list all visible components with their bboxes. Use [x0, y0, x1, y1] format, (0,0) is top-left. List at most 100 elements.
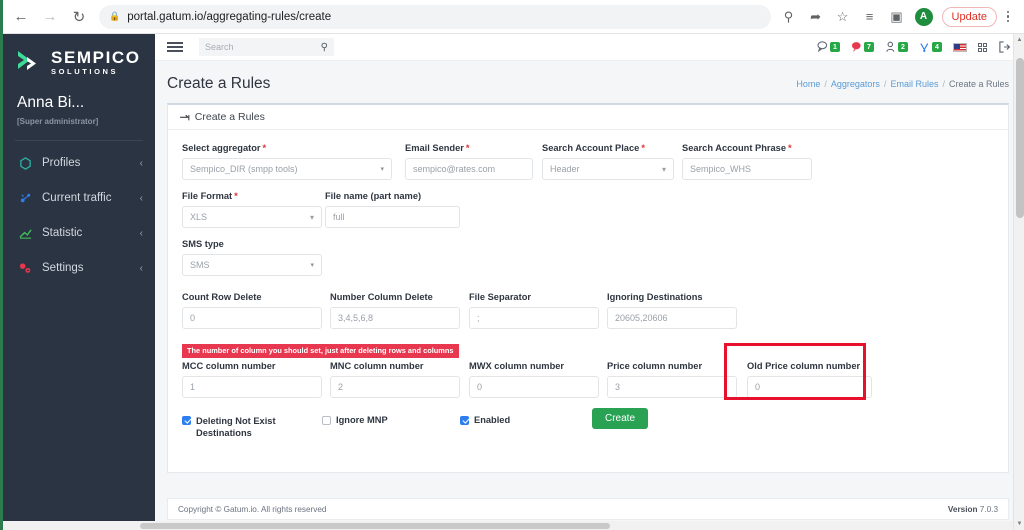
label-count-row-delete: Count Row Delete: [182, 292, 262, 302]
split-view-icon[interactable]: ▣: [885, 5, 909, 29]
old-price-column-number-value: 0: [755, 381, 761, 392]
label-file-separator: File Separator: [469, 292, 532, 302]
field-mwx-column-number: MWX column number 0: [469, 361, 599, 398]
form-row-4: Count Row Delete 0 Number Column Delete …: [182, 292, 994, 340]
create-button[interactable]: Create: [592, 407, 649, 429]
checkbox-box-icon: [322, 415, 331, 425]
price-column-number-input[interactable]: 3: [607, 375, 737, 398]
vertical-scrollbar-thumb[interactable]: [1015, 58, 1024, 218]
horizontal-scrollbar[interactable]: [0, 521, 1013, 530]
search-icon[interactable]: ⚲: [777, 5, 801, 29]
tickets-indicator[interactable]: 4: [919, 41, 942, 53]
page-header: Create a Rules Home / Aggregators / Email Ru…: [155, 61, 1021, 103]
required-marker: *: [234, 191, 238, 201]
file-name-input[interactable]: full: [325, 206, 460, 228]
reload-icon[interactable]: ↻: [66, 4, 92, 30]
form-row-3: SMS type SMS ▾: [182, 239, 994, 287]
traffic-icon: [17, 192, 33, 205]
search-icon[interactable]: ⚲: [321, 42, 328, 53]
select-aggregator-value: Sempico_DIR (smpp tools): [190, 164, 298, 174]
horizontal-scrollbar-thumb[interactable]: [140, 522, 610, 529]
mnc-column-number-input[interactable]: 2: [330, 375, 460, 398]
file-format-dropdown[interactable]: XLS ▾: [182, 206, 322, 228]
checkbox-deleting-not-exist-destinations-wrap: Deleting Not Exist Destinations: [182, 415, 322, 439]
search-input[interactable]: Search ⚲: [199, 38, 334, 56]
sidebar-item-current-traffic[interactable]: Current traffic ‹: [3, 185, 155, 211]
alerts-indicator[interactable]: 7: [851, 41, 874, 53]
breadcrumb-separator: /: [824, 79, 827, 89]
checkbox-label: Enabled: [474, 414, 511, 425]
label-select-aggregator: Select aggregator *: [182, 143, 267, 153]
breadcrumb-item-home[interactable]: Home: [796, 79, 820, 89]
main-content: Search ⚲ 1 7 2 4 Create a Rules Home / A…: [155, 34, 1021, 530]
forward-arrow-icon[interactable]: →: [37, 4, 63, 30]
brand-logo[interactable]: SEMPICO SOLUTIONS: [3, 34, 155, 78]
card-header: ⥓ Create a Rules: [168, 105, 1008, 130]
breadcrumb-separator: /: [883, 79, 887, 89]
checkbox-label: Deleting Not Exist Destinations: [196, 415, 276, 438]
back-arrow-icon[interactable]: ←: [8, 4, 34, 30]
number-column-delete-input[interactable]: 3,4,5,6,8: [330, 307, 460, 329]
form-row-2: File Format * XLS ▾ File name (part name)…: [182, 191, 994, 239]
submit-wrap: Create: [592, 407, 649, 429]
sidebar-item-profiles[interactable]: Profiles ‹: [3, 150, 155, 176]
field-select-aggregator: Select aggregator * Sempico_DIR (smpp too…: [182, 143, 392, 180]
field-count-row-delete: Count Row Delete 0: [182, 292, 322, 329]
search-account-phrase-input[interactable]: Sempico_WHS: [682, 158, 812, 180]
vertical-scrollbar[interactable]: ▲ ▼: [1013, 34, 1024, 530]
mwx-column-number-input[interactable]: 0: [469, 375, 599, 398]
checkbox-box-icon: [182, 415, 191, 425]
field-ignoring-destinations: Ignoring Destinations 20605,20606: [607, 292, 737, 329]
breadcrumb-item-aggregators[interactable]: Aggregators: [831, 79, 880, 89]
sms-type-dropdown[interactable]: SMS ▾: [182, 254, 322, 276]
page-title: Create a Rules: [167, 75, 271, 92]
avatar[interactable]: A: [912, 5, 936, 29]
logout-icon[interactable]: [998, 41, 1011, 53]
settings-icon: [17, 262, 33, 275]
breadcrumb-item-email-rules[interactable]: Email Rules: [890, 79, 938, 89]
update-button[interactable]: Update: [941, 6, 997, 27]
share-icon[interactable]: ➦: [804, 5, 828, 29]
sidebar-divider: [15, 140, 143, 141]
bookmark-star-icon[interactable]: ☆: [831, 5, 855, 29]
select-aggregator-dropdown[interactable]: Sempico_DIR (smpp tools) ▾: [182, 158, 392, 180]
users-icon: [886, 41, 895, 52]
count-row-delete-input[interactable]: 0: [182, 307, 322, 329]
address-bar[interactable]: 🔒 portal.gatum.io/aggregating-rules/crea…: [99, 4, 771, 29]
required-marker: *: [788, 143, 792, 153]
file-name-value: full: [333, 212, 345, 222]
card-header-title: Create a Rules: [194, 111, 265, 123]
us-flag-icon[interactable]: [953, 42, 967, 52]
ignoring-destinations-input[interactable]: 20605,20606: [607, 307, 737, 329]
messages-indicator[interactable]: 1: [817, 41, 840, 53]
users-indicator[interactable]: 2: [885, 41, 908, 53]
mnc-column-number-value: 2: [338, 381, 344, 392]
old-price-column-number-input[interactable]: 0: [747, 375, 872, 398]
scroll-down-arrow[interactable]: ▼: [1014, 518, 1024, 530]
scroll-up-arrow[interactable]: ▲: [1014, 34, 1024, 46]
file-separator-input[interactable]: ;: [469, 307, 599, 329]
application-viewport: SEMPICO SOLUTIONS Anna Bi... [Super admi…: [3, 34, 1021, 530]
email-sender-input[interactable]: sempico@rates.com: [405, 158, 533, 180]
messages-icon: [817, 41, 828, 53]
reading-list-icon[interactable]: ≡: [858, 5, 882, 29]
sidebar-item-settings[interactable]: Settings ‹: [3, 255, 155, 281]
footer-version-value: 7.0.3: [979, 504, 998, 514]
browser-toolbar: ← → ↻ 🔒 portal.gatum.io/aggregating-rule…: [0, 0, 1024, 34]
chevron-down-icon: ▾: [661, 164, 666, 174]
hamburger-icon[interactable]: [167, 42, 183, 52]
mcc-column-number-input[interactable]: 1: [182, 375, 322, 398]
sidebar-item-statistic[interactable]: Statistic ‹: [3, 220, 155, 246]
tickets-badge: 4: [932, 42, 942, 52]
field-mcc-column-number: MCC column number 1: [182, 361, 322, 398]
alerts-icon: [852, 42, 861, 52]
checkbox-ignore-mnp[interactable]: Ignore MNP: [322, 415, 460, 425]
kebab-menu-icon[interactable]: [1000, 10, 1016, 23]
field-old-price-column-number: Old Price column number 0: [747, 361, 872, 398]
grid-apps-icon[interactable]: [978, 42, 987, 52]
checkbox-deleting-not-exist-destinations[interactable]: Deleting Not Exist Destinations: [182, 415, 322, 439]
search-account-place-dropdown[interactable]: Header ▾: [542, 158, 674, 180]
column-warning-banner: The number of column you should set, jus…: [182, 343, 459, 358]
checkbox-enabled[interactable]: Enabled: [460, 415, 590, 425]
form-options-row: Deleting Not Exist Destinations Ignore M…: [182, 407, 994, 439]
